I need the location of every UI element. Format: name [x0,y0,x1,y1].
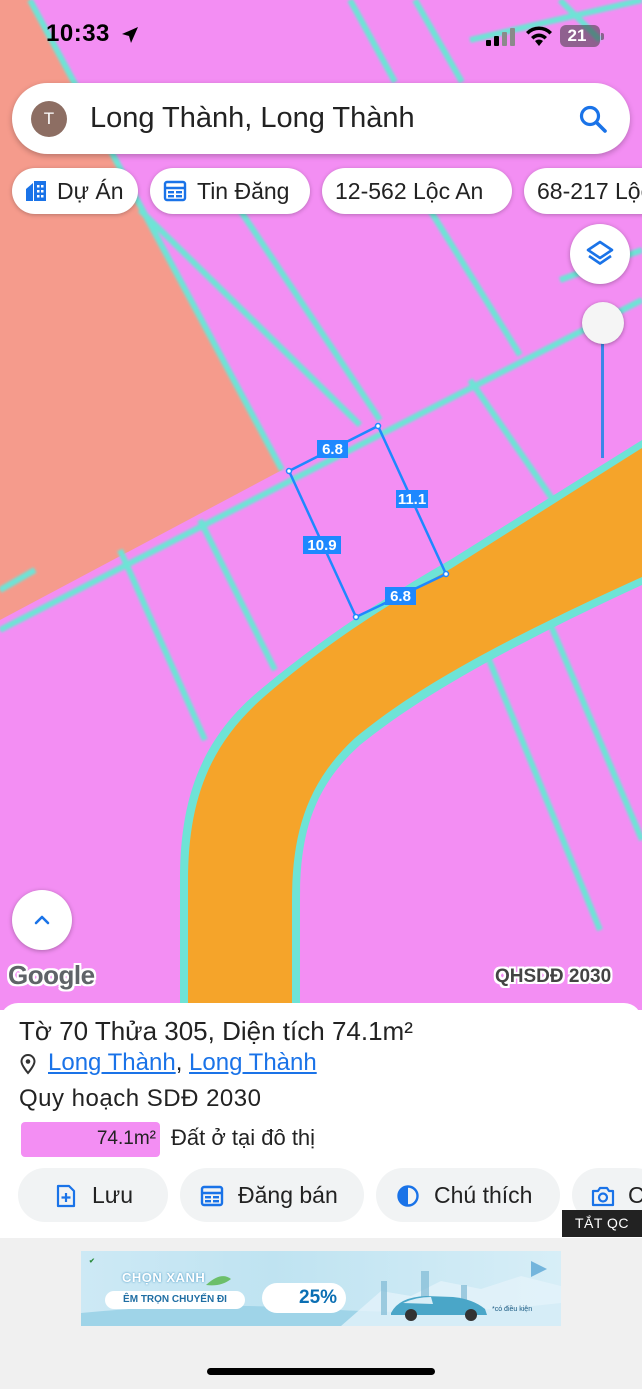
search-input[interactable]: Long Thành, Long Thành [90,102,415,135]
area-label: , Diện tích [207,1016,332,1046]
svg-text:✔: ✔ [89,1258,95,1265]
ad-fine-print: *có điều kiện [492,1306,533,1313]
ad-tagline: ÊM TRỌN CHUYẾN ĐI [105,1291,245,1309]
chip-label: 12-562 Lộc An [335,178,484,204]
chip-label: 68-217 Lộc [537,178,642,204]
calendar-icon [200,1185,224,1207]
edge-label-top: 6.8 [322,441,343,458]
save-label: Lưu [92,1182,133,1208]
expand-sheet-button[interactable] [12,890,72,950]
legend-icon [397,1185,419,1207]
edge-label-right: 11.1 [398,491,426,508]
battery-level: 21 [567,26,587,45]
location-pin-icon [20,1054,36,1075]
save-button[interactable]: Lưu [18,1168,168,1222]
wifi-icon [526,26,552,46]
post-sale-button[interactable]: Đăng bán [180,1168,364,1222]
listing-icon [163,180,187,202]
map-layers-button[interactable] [570,224,630,284]
plan-year-badge: QHSDĐ 2030 [495,966,612,987]
chevron-up-icon [34,915,50,925]
sheet-number: 70 [59,1016,89,1046]
location-arrow-icon [122,27,138,43]
post-sale-label: Đăng bán [238,1182,338,1208]
camera-icon [591,1186,615,1207]
ad-discount: 25% [299,1287,338,1308]
zone-color-swatch: 74.1m² [21,1122,160,1157]
app-root: 6.8 11.1 10.9 6.8 Google QHSDĐ 2030 10:3… [0,0,642,1389]
close-ad-button[interactable]: TẮT QC [562,1210,642,1237]
filter-chips: Dự Án Tin Đăng 12-562 Lộc An 68-217 Lộc [0,168,642,216]
ad-discount-badge: 25% [262,1283,346,1313]
ad-headline: CHỌN XANH [122,1270,206,1285]
parcel-number: 305 [164,1016,208,1046]
avatar[interactable]: T [31,101,67,137]
chip-label: Tin Đăng [197,178,290,204]
edge-label-left: 10.9 [307,537,336,554]
title-prefix: Tờ [19,1016,60,1046]
parcel-title: Tờ 70 Thửa 305, Diện tích 74.1m² [19,1016,413,1047]
home-indicator[interactable] [207,1368,435,1375]
ad-banner[interactable]: ✔ CHỌN XANH ÊM TRỌN CHUYẾN ĐI 25% *có đi… [81,1251,561,1326]
zone-area: 74.1m² [96,1128,156,1149]
ad-area: ✔ CHỌN XANH ÊM TRỌN CHUYẾN ĐI 25% *có đi… [0,1238,642,1389]
zone-name: Đất ở tại đô thị [171,1125,316,1150]
battery-icon: 21 [560,25,604,47]
opacity-slider-thumb[interactable] [582,302,624,344]
save-icon [56,1184,76,1208]
chip-label: Dự Án [57,178,124,204]
cellular-signal-icon [486,28,515,46]
title-mid: Thửa [88,1016,165,1046]
plan-label: Quy hoạch SDĐ 2030 [19,1085,262,1112]
layers-icon [586,240,614,265]
parcel-info-sheet: Tờ 70 Thửa 305, Diện tích 74.1m² Long Th… [0,1003,642,1239]
chip-parcel-2[interactable]: 68-217 Lộc [524,168,642,214]
legend-label: Chú thích [434,1182,533,1208]
district-link[interactable]: Long Thành [48,1049,176,1076]
search-icon[interactable] [578,104,608,134]
search-bar[interactable]: T Long Thành, Long Thành [12,83,630,154]
chip-tin-dang[interactable]: Tin Đăng [150,168,310,214]
area-value: 74.1m² [331,1016,413,1046]
opacity-slider-track[interactable] [601,330,604,458]
address-separator: , [175,1049,190,1076]
province-link[interactable]: Long Thành [189,1049,317,1076]
google-logo: Google [8,960,95,990]
building-icon [26,181,46,201]
legend-button[interactable]: Chú thích [376,1168,560,1222]
chip-du-an[interactable]: Dự Án [12,168,138,214]
edge-label-bottom: 6.8 [390,588,411,605]
chip-parcel-1[interactable]: 12-562 Lộc An [322,168,512,214]
clock: 10:33 [46,20,110,47]
status-bar: 10:33 21 [0,0,642,72]
